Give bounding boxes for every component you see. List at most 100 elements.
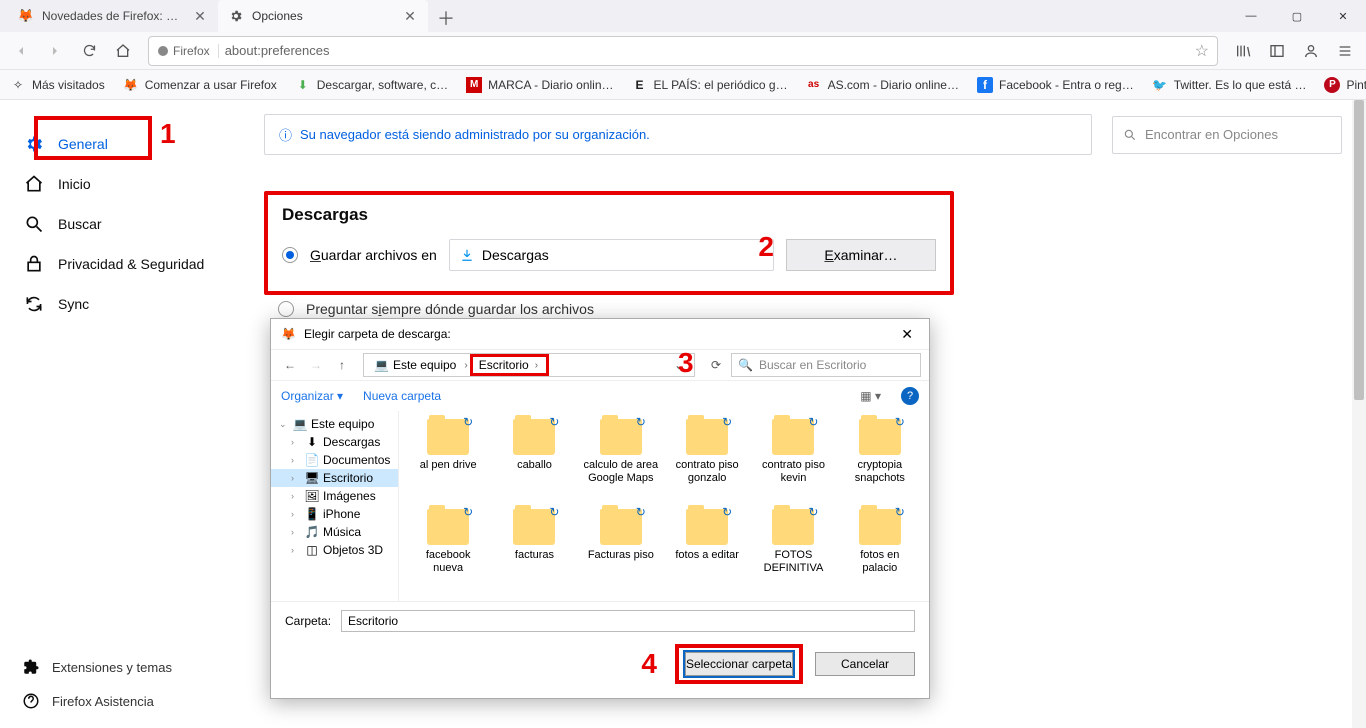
sync-overlay-icon: ↻ (895, 505, 905, 519)
dialog-search-input[interactable]: 🔍 Buscar en Escritorio (731, 353, 921, 377)
sidebar-item-search[interactable]: Buscar (0, 204, 240, 244)
sidebar-extensions[interactable]: Extensiones y temas (0, 650, 240, 684)
folder-item[interactable]: ↻cryptopia snapchots (839, 419, 921, 503)
dialog-titlebar[interactable]: 🦊 Elegir carpeta de descarga: ✕ (271, 319, 929, 349)
bookmark-item[interactable]: ✧Más visitados (10, 77, 105, 93)
close-window-button[interactable]: ✕ (1320, 0, 1366, 32)
close-icon[interactable]: ✕ (895, 324, 919, 345)
radio-ask[interactable] (278, 301, 294, 317)
library-button[interactable] (1228, 36, 1258, 66)
tree-item[interactable]: ›🖼Imágenes (271, 487, 398, 505)
sidebar-item-privacy[interactable]: Privacidad & Seguridad (0, 244, 240, 284)
download-arrow-icon (460, 248, 474, 262)
breadcrumb-bar[interactable]: 💻Este equipo › Escritorio› 3 ⌄ (363, 353, 695, 377)
sidebar-item-home[interactable]: Inicio (0, 164, 240, 204)
folder-name-input[interactable] (341, 610, 915, 632)
tree-item[interactable]: ›📄Documentos (271, 451, 398, 469)
folder-item[interactable]: ↻fotos a editar (666, 509, 748, 593)
file-grid[interactable]: ↻al pen drive↻caballo↻calculo de area Go… (399, 411, 929, 601)
tree-item[interactable]: ›📱iPhone (271, 505, 398, 523)
radio-label: Guardar archivos en (310, 247, 437, 263)
organize-menu[interactable]: Organizar ▾ (281, 389, 343, 403)
back-button[interactable] (6, 36, 36, 66)
forward-button[interactable]: → (305, 354, 327, 376)
bookmark-item[interactable]: MMARCA - Diario onlin… (466, 77, 613, 93)
sidebar-item-sync[interactable]: Sync (0, 284, 240, 324)
bm-label: MARCA - Diario onlin… (488, 78, 613, 92)
folder-item[interactable]: ↻caballo (493, 419, 575, 503)
bookmark-item[interactable]: EEL PAÍS: el periódico g… (632, 77, 788, 93)
sidebar-label: Inicio (58, 176, 91, 192)
star-icon: ✧ (10, 77, 26, 93)
view-mode-button[interactable]: ▦ ▾ (860, 389, 881, 403)
tree-item[interactable]: ⌄💻Este equipo (271, 415, 398, 433)
bookmark-item[interactable]: fFacebook - Entra o reg… (977, 77, 1134, 93)
tree-item[interactable]: ›🎵Música (271, 523, 398, 541)
url-bar[interactable]: Firefox about:preferences ☆ (148, 36, 1218, 66)
identity-box[interactable]: Firefox (157, 44, 219, 58)
bookmark-item[interactable]: PPinterest (1324, 77, 1366, 93)
reload-button[interactable] (74, 36, 104, 66)
cancel-button[interactable]: Cancelar (815, 652, 915, 676)
folder-item[interactable]: ↻contrato piso kevin (752, 419, 834, 503)
folder-item[interactable]: ↻ contrato piso gonzalo (666, 419, 748, 503)
downloads-heading: Descargas (282, 205, 936, 225)
window-controls: — ▢ ✕ (1228, 0, 1366, 32)
scrollbar-thumb[interactable] (1354, 100, 1364, 400)
search-icon (1123, 128, 1137, 142)
folder-tree[interactable]: ⌄💻Este equipo›⬇Descargas›📄Documentos›🖥Es… (271, 411, 399, 601)
folder-name: contrato piso gonzalo (669, 459, 745, 485)
sync-overlay-icon: ↻ (463, 505, 473, 519)
back-button[interactable]: ← (279, 354, 301, 376)
folder-item[interactable]: ↻facturas (493, 509, 575, 593)
preferences-sidebar: 1 General Inicio Buscar Privacidad & Seg… (0, 100, 240, 728)
bookmark-item[interactable]: 🐦Twitter. Es lo que está … (1152, 77, 1307, 93)
select-folder-button[interactable]: Seleccionar carpeta (685, 652, 793, 676)
tab-inactive[interactable]: 🦊 Novedades de Firefox: usa Firef ✕ (8, 0, 218, 32)
tree-item[interactable]: ›⬇Descargas (271, 433, 398, 451)
folder-item[interactable]: ↻Facturas piso (580, 509, 662, 593)
help-icon[interactable]: ? (901, 387, 919, 405)
maximize-button[interactable]: ▢ (1274, 0, 1320, 32)
refresh-button[interactable]: ⟳ (705, 354, 727, 376)
search-placeholder: Encontrar en Opciones (1145, 127, 1278, 142)
sidebar-toggle-button[interactable] (1262, 36, 1292, 66)
bookmark-item[interactable]: ⬇Descargar, software, c… (295, 77, 448, 93)
close-icon[interactable]: ✕ (402, 8, 418, 24)
puzzle-icon (22, 658, 40, 676)
account-button[interactable] (1296, 36, 1326, 66)
up-button[interactable]: ↑ (331, 354, 353, 376)
folder-name: caballo (517, 459, 552, 472)
tree-item[interactable]: ›🖥Escritorio (271, 469, 398, 487)
tab-label: Novedades de Firefox: usa Firef (42, 9, 184, 23)
folder-icon: ↻ (686, 419, 728, 455)
folder-item[interactable]: ↻calculo de area Google Maps (580, 419, 662, 503)
tab-active[interactable]: Opciones ✕ (218, 0, 428, 32)
downloads-section: 2 Descargas Guardar archivos en Descarga… (264, 191, 954, 295)
new-tab-button[interactable]: ＋ (432, 4, 460, 32)
bookmark-star-icon[interactable]: ☆ (1195, 41, 1209, 61)
browse-button[interactable]: Examinar… (786, 239, 936, 271)
folder-item[interactable]: ↻al pen drive (407, 419, 489, 503)
close-icon[interactable]: ✕ (192, 8, 208, 24)
vertical-scrollbar[interactable] (1352, 100, 1366, 728)
folder-item[interactable]: ↻facebook nueva (407, 509, 489, 593)
tree-item[interactable]: ›◫Objetos 3D (271, 541, 398, 559)
chevron-right-icon[interactable]: › (462, 360, 469, 371)
bookmark-item[interactable]: 🦊Comenzar a usar Firefox (123, 77, 277, 93)
menu-button[interactable] (1330, 36, 1360, 66)
folder-item[interactable]: ↻fotos en palacio (839, 509, 921, 593)
folder-icon: ↻ (513, 509, 555, 545)
breadcrumb-pc[interactable]: 💻Este equipo (368, 354, 462, 376)
home-button[interactable] (108, 36, 138, 66)
search-input[interactable]: Encontrar en Opciones (1112, 116, 1342, 154)
folder-icon: 📱 (305, 507, 319, 521)
sidebar-support[interactable]: Firefox Asistencia (0, 684, 240, 718)
bookmark-item[interactable]: asAS.com - Diario online… (806, 77, 959, 93)
new-folder-button[interactable]: Nueva carpeta (363, 389, 441, 403)
forward-button[interactable] (40, 36, 70, 66)
radio-save-to[interactable] (282, 247, 298, 263)
minimize-button[interactable]: — (1228, 0, 1274, 32)
breadcrumb-desktop[interactable]: Escritorio› (470, 354, 549, 376)
folder-item[interactable]: ↻FOTOS DEFINITIVA (752, 509, 834, 593)
